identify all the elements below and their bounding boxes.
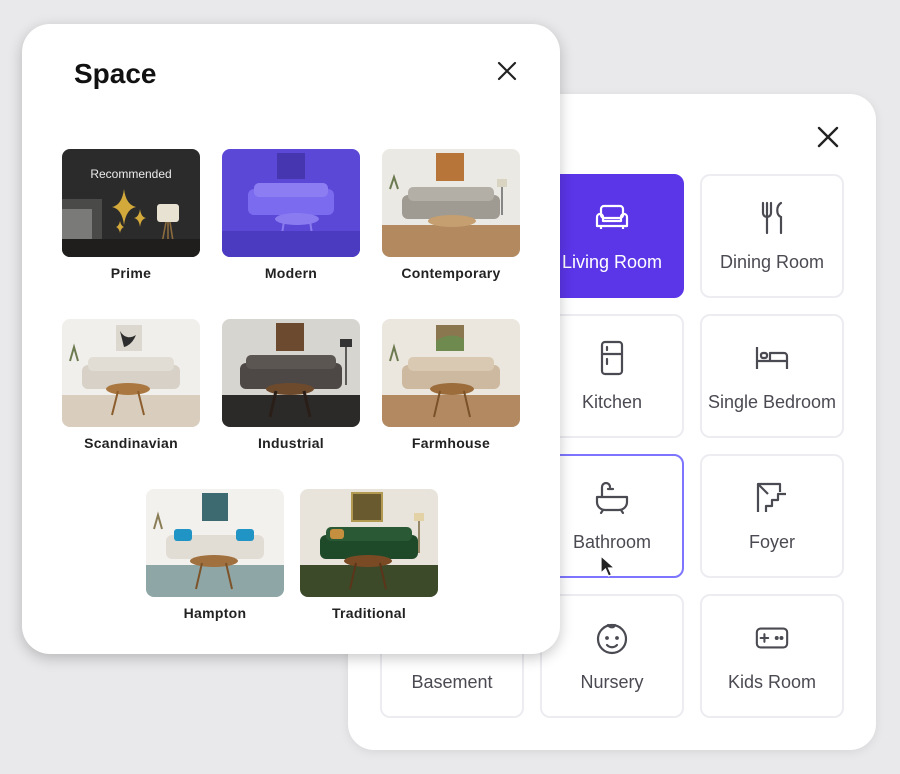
style-card-prime[interactable]: Recommended Prime [62,149,200,281]
room-label: Single Bedroom [707,391,837,412]
room-label: Kids Room [727,671,817,692]
close-icon[interactable] [815,124,841,150]
space-style-panel: Space Recommended Prime Modern Contempor… [22,24,560,654]
room-label: Dining Room [719,251,825,272]
style-card-industrial[interactable]: Industrial [222,319,360,451]
mouse-cursor-icon [600,554,617,577]
room-label: Bathroom [572,531,652,552]
baby-face-icon [594,620,630,656]
style-thumbnail [222,149,360,257]
style-thumbnail [300,489,438,597]
style-label: Contemporary [401,265,501,281]
sofa-icon [594,200,630,236]
style-card-modern[interactable]: Modern [222,149,360,281]
bathtub-icon [594,480,630,516]
room-card-foyer[interactable]: Foyer [700,454,844,578]
panel-title: Space [74,58,157,89]
room-label: Kitchen [581,391,643,412]
style-card-farmhouse[interactable]: Farmhouse [382,319,520,451]
refrigerator-icon [594,340,630,376]
style-thumbnail [222,319,360,427]
room-card-single-bedroom[interactable]: Single Bedroom [700,314,844,438]
style-card-hampton[interactable]: Hampton [146,489,284,621]
fork-knife-icon [754,200,790,236]
bed-icon [754,340,790,376]
style-thumbnail [382,149,520,257]
style-label: Hampton [183,605,247,621]
style-thumbnail [382,319,520,427]
stairs-icon [754,480,790,516]
style-label: Modern [264,265,318,281]
room-card-kids-room[interactable]: Kids Room [700,594,844,718]
style-label: Industrial [257,435,324,451]
style-card-traditional[interactable]: Traditional [300,489,438,621]
recommended-badge: Recommended [90,167,172,181]
style-label: Farmhouse [411,435,491,451]
room-card-living-room[interactable]: Living Room [540,174,684,298]
room-label: Living Room [561,251,663,272]
room-card-dining-room[interactable]: Dining Room [700,174,844,298]
close-icon[interactable] [496,60,518,82]
style-thumbnail: Recommended [62,149,200,257]
gamepad-icon [754,620,790,656]
room-card-kitchen[interactable]: Kitchen [540,314,684,438]
style-card-scandinavian[interactable]: Scandinavian [62,319,200,451]
style-label: Scandinavian [84,435,178,451]
room-card-nursery[interactable]: Nursery [540,594,684,718]
room-label: Basement [411,671,493,692]
style-label: Traditional [331,605,407,621]
style-card-contemporary[interactable]: Contemporary [382,149,520,281]
style-thumbnail [62,319,200,427]
style-thumbnail [146,489,284,597]
room-label: Foyer [748,531,795,552]
style-label: Prime [110,265,152,281]
room-label: Nursery [580,671,644,692]
